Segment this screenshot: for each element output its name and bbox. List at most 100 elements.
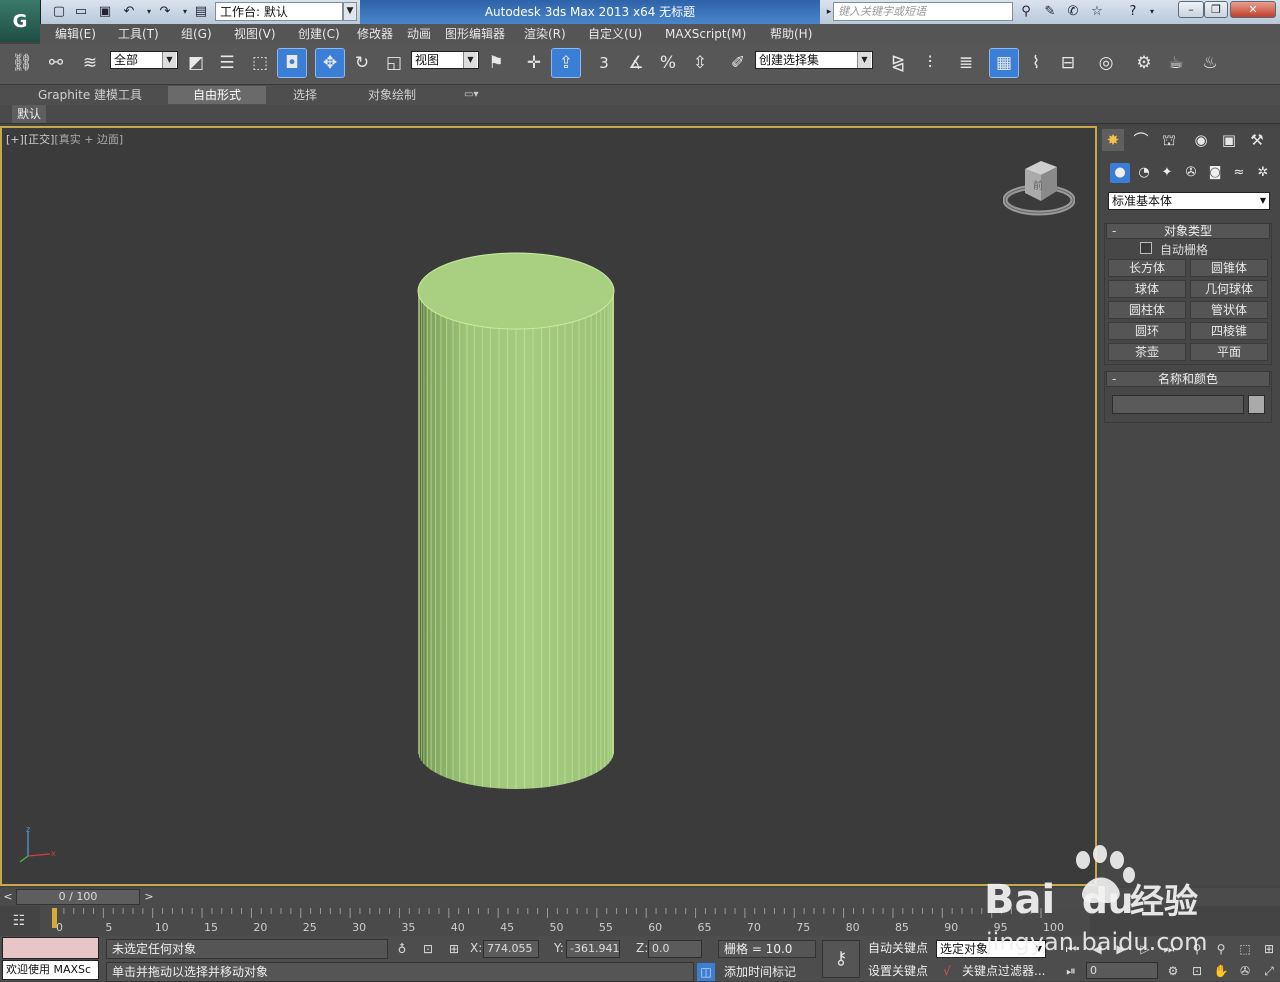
isolate-selection-icon[interactable]: ♁ bbox=[393, 940, 411, 958]
zoom-all-icon[interactable]: ⚲ bbox=[1212, 940, 1230, 958]
render-production-icon[interactable]: ♨ bbox=[1196, 49, 1224, 77]
orbit-icon[interactable]: ✇ bbox=[1236, 962, 1254, 980]
snaps-toggle-icon[interactable]: 3 bbox=[590, 49, 618, 77]
angle-snap-icon[interactable]: ∡ bbox=[622, 49, 650, 77]
window-crossing-icon[interactable]: ◘ bbox=[277, 48, 307, 78]
selection-filter-dropdown[interactable]: 全部 ▼ bbox=[110, 51, 178, 69]
maxscript-listener-input[interactable] bbox=[2, 937, 99, 959]
align-icon[interactable]: ⫶ bbox=[916, 49, 944, 77]
spinner-snap-icon[interactable]: ⇳ bbox=[686, 49, 714, 77]
autogrid-checkbox[interactable] bbox=[1140, 242, 1152, 254]
ribbon-options-icon[interactable]: ▭▾ bbox=[464, 86, 478, 104]
viewport-menu-plus[interactable]: [+] bbox=[6, 133, 24, 146]
maximize-viewport-icon[interactable]: ⤢ bbox=[1260, 962, 1278, 980]
select-object-icon[interactable]: ◩ bbox=[182, 49, 210, 77]
schematic-view-icon[interactable]: ⊟ bbox=[1054, 49, 1082, 77]
utilities-panel-icon[interactable]: ⚒ bbox=[1246, 129, 1268, 151]
go-to-end-icon[interactable]: ⏭ bbox=[1160, 940, 1178, 958]
shapes-icon[interactable]: ◔ bbox=[1134, 163, 1154, 183]
geosphere-button[interactable]: 几何球体 bbox=[1190, 280, 1268, 298]
hierarchy-panel-icon[interactable]: ⛫ bbox=[1158, 129, 1180, 151]
teapot-button[interactable]: 茶壶 bbox=[1108, 343, 1186, 361]
menu-edit[interactable]: 编辑(E) bbox=[55, 24, 96, 44]
field-of-view-icon[interactable]: ⊡ bbox=[1188, 962, 1206, 980]
time-slider-next-button[interactable]: > bbox=[142, 889, 156, 905]
lights-icon[interactable]: ✦ bbox=[1157, 163, 1177, 183]
percent-snap-icon[interactable]: % bbox=[654, 49, 682, 77]
viewport-shading-label[interactable]: [真实 + 边面] bbox=[54, 133, 123, 146]
menu-group[interactable]: 组(G) bbox=[181, 24, 212, 44]
open-mini-curve-editor-icon[interactable]: ☷ bbox=[4, 909, 34, 933]
create-panel-icon[interactable]: ✸ bbox=[1102, 129, 1124, 151]
time-configuration-icon[interactable]: ⚙ bbox=[1164, 962, 1182, 980]
key-mode-toggle-icon[interactable]: ⏯ bbox=[1062, 962, 1080, 980]
menu-customize[interactable]: 自定义(U) bbox=[588, 24, 642, 44]
go-to-start-icon[interactable]: ⏮ bbox=[1062, 940, 1080, 958]
tube-button[interactable]: 管状体 bbox=[1190, 301, 1268, 319]
mirror-icon[interactable]: ⧎ bbox=[884, 49, 912, 77]
unlink-icon[interactable]: ⚯ bbox=[42, 49, 70, 77]
close-button[interactable]: ✕ bbox=[1230, 1, 1276, 18]
app-logo-button[interactable]: G bbox=[0, 0, 41, 42]
rectangular-selection-icon[interactable]: ⬚ bbox=[246, 49, 274, 77]
absolute-mode-icon[interactable]: ⊞ bbox=[445, 940, 463, 958]
helpers-icon[interactable]: ◙ bbox=[1205, 163, 1225, 183]
named-selection-set-dropdown[interactable]: 创建选择集 ▼ bbox=[755, 51, 873, 69]
current-frame-marker[interactable] bbox=[52, 908, 57, 928]
save-file-icon[interactable]: ▣ bbox=[96, 3, 114, 21]
redo-icon[interactable]: ↷ bbox=[156, 3, 174, 21]
viewport-label[interactable]: [+][正交][真实 + 边面] bbox=[6, 131, 123, 147]
next-frame-icon[interactable]: ▷ bbox=[1136, 940, 1154, 958]
open-file-icon[interactable]: ▭ bbox=[72, 3, 90, 21]
workspace-dropdown-arrow-icon[interactable]: ▼ bbox=[343, 2, 357, 21]
menu-create[interactable]: 创建(C) bbox=[298, 24, 340, 44]
y-coord-field[interactable]: -361.941 bbox=[566, 940, 620, 958]
viewport-view-label[interactable]: [正交] bbox=[24, 133, 55, 146]
selection-lock-icon[interactable]: ⊡ bbox=[419, 940, 437, 958]
communication-icon[interactable]: ✆ bbox=[1064, 3, 1082, 21]
cone-button[interactable]: 圆锥体 bbox=[1190, 259, 1268, 277]
keyboard-shortcut-override-icon[interactable]: ⇪ bbox=[551, 48, 581, 78]
motion-panel-icon[interactable]: ◉ bbox=[1190, 129, 1212, 151]
tab-freeform[interactable]: 自由形式 bbox=[193, 86, 241, 104]
geometry-icon[interactable]: ● bbox=[1110, 163, 1130, 183]
menu-tools[interactable]: 工具(T) bbox=[118, 24, 159, 44]
cameras-icon[interactable]: ✇ bbox=[1181, 163, 1201, 183]
render-setup-icon[interactable]: ⚙ bbox=[1130, 49, 1158, 77]
material-editor-icon[interactable]: ◎ bbox=[1092, 49, 1120, 77]
time-tag-icon[interactable]: ◫ bbox=[697, 963, 715, 981]
menu-help[interactable]: 帮助(H) bbox=[770, 24, 812, 44]
key-set-selection-dropdown[interactable]: 选定对象 ▼ bbox=[936, 940, 1046, 958]
cylinder-button[interactable]: 圆柱体 bbox=[1108, 301, 1186, 319]
graphite-toggle-icon[interactable]: ▦ bbox=[989, 48, 1019, 78]
undo-icon[interactable]: ↶ bbox=[120, 3, 138, 21]
play-icon[interactable]: ▶ bbox=[1112, 940, 1130, 958]
project-folder-icon[interactable]: ▤ bbox=[192, 3, 210, 21]
tab-selection[interactable]: 选择 bbox=[293, 86, 317, 104]
time-slider[interactable]: 0 / 100 bbox=[16, 889, 140, 905]
previous-frame-icon[interactable]: ◀ bbox=[1088, 940, 1106, 958]
cylinder-object[interactable] bbox=[410, 243, 624, 795]
menu-maxscript[interactable]: MAXScript(M) bbox=[665, 24, 746, 44]
systems-icon[interactable]: ✲ bbox=[1253, 163, 1273, 183]
menu-graph-editors[interactable]: 图形编辑器 bbox=[445, 24, 505, 44]
auto-key-button[interactable]: 自动关键点 bbox=[868, 938, 928, 958]
display-panel-icon[interactable]: ▣ bbox=[1218, 129, 1240, 151]
viewcube[interactable]: 前 bbox=[1003, 157, 1075, 217]
name-and-color-header[interactable]: - 名称和颜色 bbox=[1106, 371, 1270, 387]
rendered-frame-window-icon[interactable]: ☕ bbox=[1162, 49, 1190, 77]
set-key-big-icon[interactable]: ⚷ bbox=[822, 940, 860, 978]
tab-object-paint[interactable]: 对象绘制 bbox=[368, 86, 416, 104]
link-icon[interactable]: ⛓ bbox=[8, 49, 36, 77]
help-icon[interactable]: ? bbox=[1124, 3, 1142, 21]
box-button[interactable]: 长方体 bbox=[1108, 259, 1186, 277]
pivot-point-center-icon[interactable]: ⚑ bbox=[482, 49, 510, 77]
search-input[interactable]: 键入关键字或短语 bbox=[833, 2, 1013, 21]
select-and-scale-icon[interactable]: ◱ bbox=[380, 49, 408, 77]
tab-graphite-modeling[interactable]: Graphite 建模工具 bbox=[38, 86, 142, 104]
help-dropdown-icon[interactable]: ▾ bbox=[1143, 3, 1161, 21]
select-and-manipulate-icon[interactable]: ✛ bbox=[520, 49, 548, 77]
zoom-icon[interactable]: ⚲ bbox=[1188, 940, 1206, 958]
pan-hand-icon[interactable]: ✋ bbox=[1212, 962, 1230, 980]
object-name-input[interactable] bbox=[1112, 395, 1244, 414]
